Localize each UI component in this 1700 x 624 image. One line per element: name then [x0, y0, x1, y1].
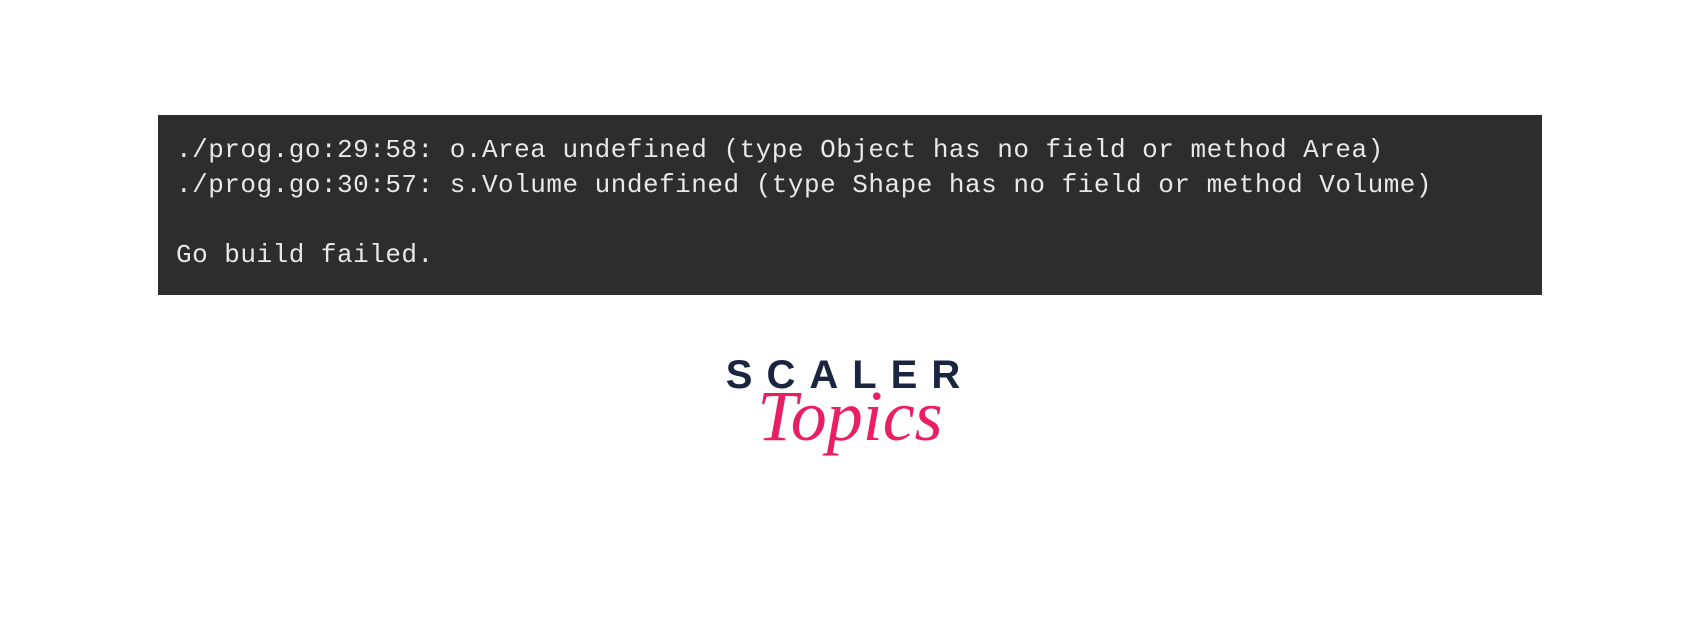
build-status: Go build failed. [176, 240, 434, 270]
terminal-output: ./prog.go:29:58: o.Area undefined (type … [158, 115, 1542, 295]
scaler-topics-logo: SCALER Topics [726, 355, 974, 441]
error-line-1: ./prog.go:29:58: o.Area undefined (type … [176, 135, 1384, 165]
logo-secondary-text: Topics [757, 391, 942, 441]
error-line-2: ./prog.go:30:57: s.Volume undefined (typ… [176, 170, 1432, 200]
